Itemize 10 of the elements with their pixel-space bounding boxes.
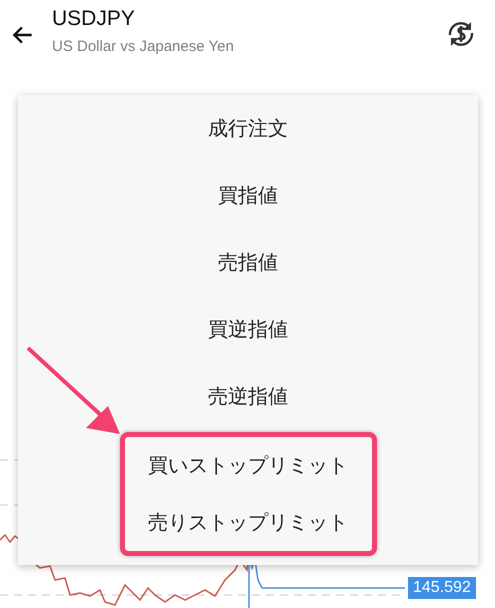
menu-item[interactable]: 売逆指値 (18, 363, 478, 430)
menu-item[interactable]: 買指値 (18, 162, 478, 229)
symbol-subtitle: US Dollar vs Japanese Yen (52, 37, 235, 57)
price-label: 145.592 (408, 577, 476, 599)
menu-item[interactable]: 売りストップリミット (124, 494, 372, 551)
symbol-title: USDJPY (52, 6, 136, 32)
menu-item[interactable]: 成行注文 (18, 95, 478, 162)
menu-item[interactable]: 買いストップリミット (124, 437, 372, 494)
menu-item[interactable]: 買逆指値 (18, 296, 478, 363)
menu-item[interactable]: 売指値 (18, 229, 478, 296)
